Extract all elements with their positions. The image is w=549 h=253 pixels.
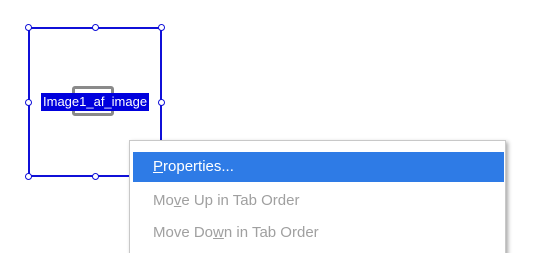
menu-item-move-down-pre: Move Do <box>153 224 214 241</box>
resize-handle-top-left[interactable] <box>25 24 32 31</box>
resize-handle-middle-right[interactable] <box>158 99 165 106</box>
menu-item-move-down-post: n in Tab Order <box>223 224 319 241</box>
resize-handle-middle-left[interactable] <box>25 99 32 106</box>
menu-item-move-down-mnemonic: w <box>213 224 224 241</box>
context-menu: Properties... Move Up in Tab Order Move … <box>129 140 506 253</box>
document-canvas: Image1_af_image Properties... Move Up in… <box>0 0 549 253</box>
resize-handle-bottom-middle[interactable] <box>92 173 99 180</box>
resize-handle-top-right[interactable] <box>158 24 165 31</box>
field-name-label: Image1_af_image <box>41 93 150 111</box>
resize-handle-bottom-left[interactable] <box>25 173 32 180</box>
resize-handle-top-middle[interactable] <box>92 24 99 31</box>
menu-item-move-up-post: e Up in Tab Order <box>181 192 300 209</box>
menu-item-properties-mnemonic: P <box>153 158 164 175</box>
menu-item-move-down-tab-order[interactable]: Move Down in Tab Order <box>133 218 504 248</box>
menu-item-properties-post: roperties... <box>163 158 234 175</box>
menu-item-properties[interactable]: Properties... <box>133 152 504 182</box>
menu-item-move-up-pre: Mo <box>153 192 174 209</box>
menu-item-move-up-tab-order[interactable]: Move Up in Tab Order <box>133 186 504 216</box>
